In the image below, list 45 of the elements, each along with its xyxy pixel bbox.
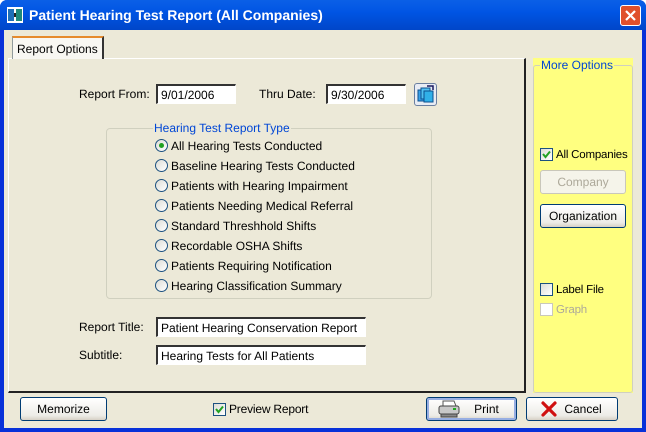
radio-button[interactable] — [155, 259, 168, 272]
option-button[interactable]: Organization — [540, 204, 626, 228]
radio-label: Standard Threshhold Shifts — [171, 218, 316, 232]
radio-label: Baseline Hearing Tests Conducted — [171, 158, 355, 172]
checkbox[interactable] — [213, 402, 226, 416]
radio-button[interactable] — [155, 139, 168, 152]
checkbox[interactable] — [540, 148, 553, 161]
print-button[interactable]: Print — [426, 397, 517, 421]
group-label: More Options — [540, 58, 614, 72]
radio-button[interactable] — [155, 239, 168, 252]
date-field[interactable]: 9/30/2006 — [326, 84, 406, 104]
field-label: Report From: — [79, 87, 151, 101]
date-field[interactable]: 9/01/2006 — [156, 84, 236, 104]
radio-button[interactable] — [155, 219, 168, 232]
radio-label: Patients Needing Medical Referral — [171, 198, 354, 212]
printer-icon — [436, 399, 460, 419]
radio-button[interactable] — [155, 199, 168, 212]
app-icon — [7, 7, 23, 23]
group-label: Hearing Test Report Type — [153, 121, 291, 135]
radio-button[interactable] — [155, 179, 168, 192]
checkbox-label: All Companies — [556, 148, 628, 160]
text-field[interactable]: Hearing Tests for All Patients — [156, 345, 366, 365]
radio-label: Patients with Hearing Impairment — [171, 178, 348, 192]
date-picker-button[interactable] — [414, 82, 437, 106]
field-label: Report Title: — [79, 320, 145, 334]
cross-icon — [541, 401, 557, 417]
text-field[interactable]: Patient Hearing Conservation Report — [156, 317, 366, 337]
field-label: Thru Date: — [259, 87, 317, 101]
close-button[interactable] — [620, 4, 641, 26]
radio-label: Recordable OSHA Shifts — [171, 238, 302, 252]
tab[interactable]: Report Options — [12, 36, 104, 59]
checkbox-label: Graph — [556, 304, 587, 316]
memorize-button[interactable]: Memorize — [20, 397, 107, 421]
close-icon — [625, 10, 636, 20]
window-title: Patient Hearing Test Report (All Companies) — [29, 7, 324, 23]
checkbox-label: Preview Report — [229, 402, 308, 416]
radio-button[interactable] — [155, 279, 168, 292]
checkbox[interactable] — [540, 283, 553, 296]
checkbox-label: Label File — [556, 284, 604, 296]
radio-button[interactable] — [155, 159, 168, 172]
radio-label: Patients Requiring Notification — [171, 258, 332, 272]
cancel-button[interactable]: Cancel — [526, 397, 618, 421]
radio-label: All Hearing Tests Conducted — [171, 138, 322, 152]
radio-label: Hearing Classification Summary — [171, 278, 342, 292]
field-label: Subtitle: — [79, 348, 124, 362]
